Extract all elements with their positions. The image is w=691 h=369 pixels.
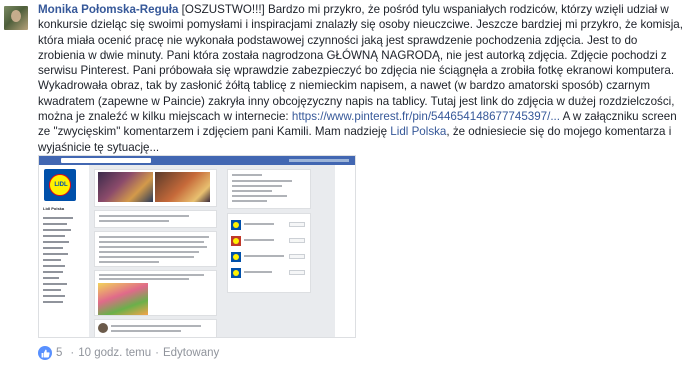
text-line [99, 256, 194, 258]
related-page-logo [231, 268, 241, 278]
lidl-logo-circle: LIDL [49, 174, 71, 196]
avatar[interactable] [4, 6, 28, 30]
comment-post [94, 169, 217, 207]
commenter-avatar [98, 323, 108, 333]
lidl-logo-text: LIDL [54, 182, 68, 188]
likes-count[interactable]: 5 [56, 347, 62, 359]
menu-item [43, 235, 65, 237]
text-line [99, 274, 204, 276]
text-line [99, 236, 209, 238]
text-line [99, 261, 159, 263]
text-line [244, 223, 274, 225]
text-line [232, 174, 262, 176]
related-pages-card [227, 213, 311, 293]
lidl-logo: LIDL [44, 169, 76, 201]
text-line [232, 200, 267, 202]
comment: Monika Połomska-Reguła [OSZUSTWO!!!] Bar… [0, 0, 691, 369]
author-name[interactable]: Monika Połomska-Reguła [38, 3, 178, 16]
menu-item [43, 295, 65, 297]
text-line [232, 185, 282, 187]
comment-post [94, 319, 217, 337]
comment-text-part1: [OSZUSTWO!!!] Bardzo mi przykro, że pośr… [38, 3, 683, 124]
related-page-logo [231, 236, 241, 246]
page-name: Lidl Polska [43, 206, 65, 211]
menu-item [43, 229, 71, 231]
menu-item [43, 217, 73, 219]
edited-label[interactable]: Edytowany [163, 347, 219, 359]
related-like-button [289, 222, 305, 227]
comment-post [94, 231, 217, 267]
menu-item [43, 271, 63, 273]
text-line [99, 278, 189, 280]
related-like-button [289, 254, 305, 259]
menu-item [43, 223, 67, 225]
separator: · [70, 347, 75, 359]
thumbs-up-icon[interactable] [38, 346, 52, 360]
fb-topbar-right [289, 159, 349, 162]
related-page-logo [231, 252, 241, 262]
text-line [111, 325, 201, 327]
related-like-button [289, 238, 305, 243]
mention-lidl-polska[interactable]: Lidl Polska [390, 125, 446, 138]
text-line [232, 180, 292, 182]
menu-item [43, 265, 65, 267]
pinterest-link[interactable]: https://www.pinterest.fr/pin/54465414867… [292, 110, 560, 123]
text-line [99, 251, 199, 253]
comment-footer: 5 · 10 godz. temu · Edytowany [38, 346, 219, 360]
related-like-button [289, 270, 305, 275]
menu-item [43, 259, 61, 261]
info-column [227, 169, 311, 337]
menu-item [43, 277, 59, 279]
text-line [244, 255, 284, 257]
menu-item [43, 301, 63, 303]
fb-search-bar [61, 158, 151, 163]
comments-column [94, 169, 217, 337]
text-line [99, 215, 189, 217]
menu-item [43, 283, 67, 285]
info-card [227, 169, 311, 209]
comment-body: Monika Połomska-Reguła [OSZUSTWO!!!] Bar… [38, 2, 686, 155]
text-line [232, 195, 287, 197]
post-photo [155, 172, 210, 202]
text-line [99, 220, 169, 222]
text-line [99, 246, 207, 248]
text-line [99, 241, 204, 243]
menu-item [43, 247, 63, 249]
chat-sidebar [335, 165, 355, 337]
fb-topbar [39, 156, 355, 165]
menu-item [43, 241, 69, 243]
post-photo [98, 283, 148, 315]
text-line [232, 190, 272, 192]
comment-post [94, 270, 217, 316]
text-line [111, 330, 181, 332]
related-page-logo [231, 220, 241, 230]
separator: · [155, 347, 159, 359]
page-sidebar: LIDL Lidl Polska [39, 165, 89, 337]
attached-screenshot[interactable]: LIDL Lidl Polska [38, 155, 356, 338]
menu-item [43, 289, 61, 291]
post-photo [98, 172, 153, 202]
comment-post [94, 210, 217, 228]
text-line [244, 239, 274, 241]
comment-time[interactable]: 10 godz. temu [78, 347, 151, 359]
text-line [244, 271, 272, 273]
menu-item [43, 253, 68, 255]
